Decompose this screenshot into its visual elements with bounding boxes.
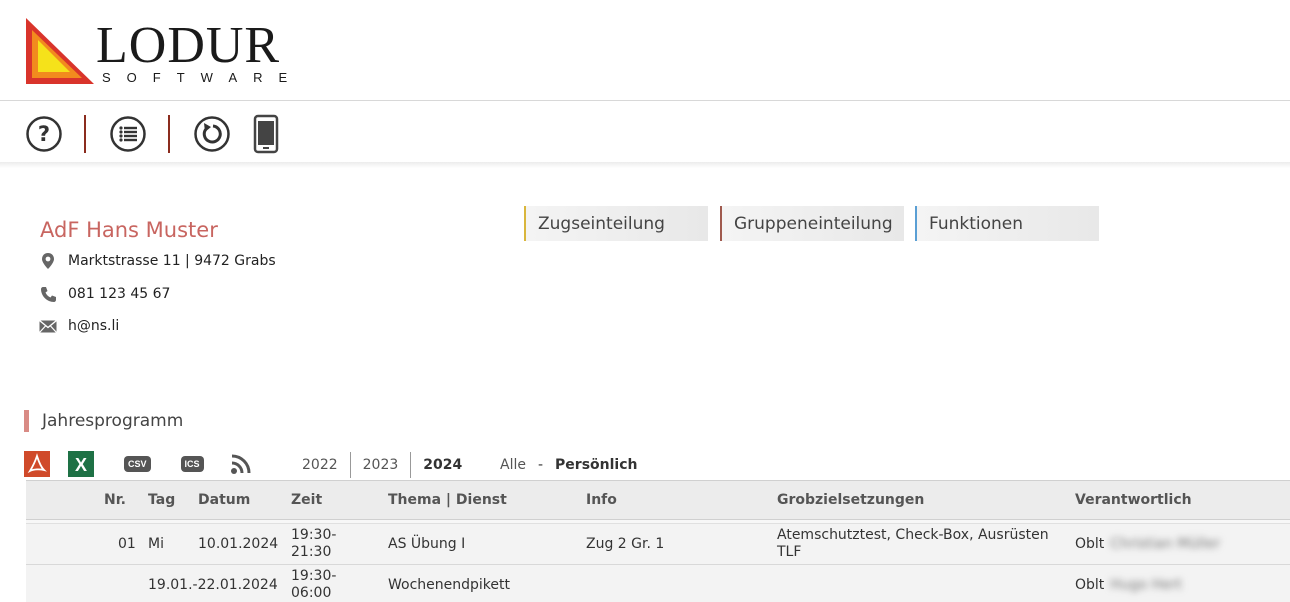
excel-export-icon[interactable]: X: [68, 451, 94, 477]
section-title-text: Jahresprogramm: [42, 411, 184, 431]
tab-funktionen[interactable]: Funktionen: [915, 206, 1099, 241]
csv-badge: CSV: [124, 456, 151, 472]
list-icon[interactable]: [108, 114, 148, 154]
contact-address: Marktstrasse 11 | 9472 Grabs: [38, 251, 276, 271]
responsible-rank: Oblt: [1075, 576, 1105, 593]
year-2022[interactable]: 2022: [290, 452, 351, 478]
year-2024[interactable]: 2024: [411, 452, 474, 478]
email-text[interactable]: h@ns.li: [68, 318, 119, 334]
ics-export-icon[interactable]: ICS: [180, 456, 204, 472]
contact-phone: 081 123 45 67: [38, 284, 170, 304]
cell-datum: 19.01.-22.01.2024: [148, 576, 278, 593]
phone-text: 081 123 45 67: [68, 286, 171, 302]
header-divider: [0, 100, 1290, 101]
location-pin-icon: [38, 251, 58, 271]
header-zeit[interactable]: Zeit: [291, 481, 322, 519]
program-table: Nr. Tag Datum Zeit Thema | Dienst Info G…: [26, 480, 1290, 602]
responsible-rank: Oblt: [1075, 535, 1105, 552]
cell-datum: 10.01.2024: [198, 535, 279, 552]
help-icon[interactable]: ?: [24, 114, 64, 154]
svg-text:?: ?: [38, 122, 50, 146]
year-selector: 2022 2023 2024: [290, 452, 474, 478]
cell-info: Zug 2 Gr. 1: [586, 535, 665, 552]
cell-grobziel: Atemschutztest, Check-Box, Ausrüsten TLF: [777, 527, 1049, 560]
lodur-logo[interactable]: LODUR SOFTWARE: [24, 16, 314, 88]
header-grobziel[interactable]: Grobzielsetzungen: [777, 481, 924, 519]
header-nr[interactable]: Nr.: [104, 481, 126, 519]
cell-verantwortlich: Oblt Hugo Hert: [1075, 565, 1182, 602]
tab-label: Gruppeneinteilung: [734, 213, 893, 234]
header-datum[interactable]: Datum: [198, 481, 250, 519]
mail-icon: [38, 316, 58, 336]
toolbar-separator: [168, 115, 170, 153]
cell-grobziel: [777, 565, 1062, 602]
section-accent-bar: [24, 410, 29, 432]
mobile-icon[interactable]: [246, 114, 286, 154]
person-name: AdF Hans Muster: [40, 218, 218, 242]
header-verantwortlich[interactable]: Verantwortlich: [1075, 481, 1192, 519]
tab-zugseinteilung[interactable]: Zugseinteilung: [524, 206, 708, 241]
header-thema[interactable]: Thema | Dienst: [388, 481, 507, 519]
responsible-name: Christian Müller: [1110, 535, 1221, 552]
year-2023[interactable]: 2023: [351, 452, 412, 478]
address-text: Marktstrasse 11 | 9472 Grabs: [68, 253, 276, 269]
filter-personal[interactable]: Persönlich: [555, 457, 637, 473]
logo-subtitle: SOFTWARE: [102, 70, 304, 85]
contact-email: h@ns.li: [38, 316, 119, 336]
filter-all[interactable]: Alle: [500, 457, 526, 473]
pdf-export-icon[interactable]: [24, 451, 50, 477]
tab-label: Zugseinteilung: [538, 213, 665, 234]
tab-label: Funktionen: [929, 213, 1024, 234]
tab-gruppeneinteilung[interactable]: Gruppeneinteilung: [720, 206, 904, 241]
table-row[interactable]: 01 Mi 10.01.2024 19:30- 21:30 AS Übung I…: [26, 524, 1290, 565]
cell-thema: Wochenendpikett: [388, 576, 510, 593]
cell-zeit: 19:30- 06:00: [291, 568, 337, 601]
cell-zeit: 19:30- 21:30: [291, 527, 337, 560]
phone-icon: [38, 284, 58, 304]
filter-selector: Alle - Persönlich: [500, 452, 638, 478]
cell-nr: 01: [118, 535, 136, 552]
logo-triangle-icon: [26, 18, 94, 84]
logo-wordmark: LODUR: [96, 17, 281, 74]
cell-verantwortlich: Oblt Christian Müller: [1075, 524, 1220, 564]
csv-export-icon[interactable]: CSV: [124, 456, 151, 472]
ics-badge: ICS: [180, 456, 204, 472]
table-row[interactable]: 19.01.-22.01.2024 19:30- 06:00 Wochenend…: [26, 565, 1290, 602]
cell-thema: AS Übung I: [388, 535, 466, 552]
cell-tag: Mi: [148, 535, 164, 552]
rss-feed-icon[interactable]: [230, 453, 252, 475]
toolbar-separator: [84, 115, 86, 153]
header-info[interactable]: Info: [586, 481, 617, 519]
filter-separator: -: [537, 457, 544, 473]
section-title: Jahresprogramm: [24, 410, 183, 432]
export-toolbar: X CSV ICS: [24, 450, 270, 478]
svg-text:X: X: [75, 455, 87, 475]
toolbar-shadow: [0, 162, 1290, 168]
header-tag[interactable]: Tag: [148, 481, 175, 519]
toolbar: ?: [24, 112, 286, 156]
responsible-name: Hugo Hert: [1110, 576, 1182, 593]
table-header: Nr. Tag Datum Zeit Thema | Dienst Info G…: [26, 480, 1290, 520]
refresh-icon[interactable]: [192, 114, 232, 154]
